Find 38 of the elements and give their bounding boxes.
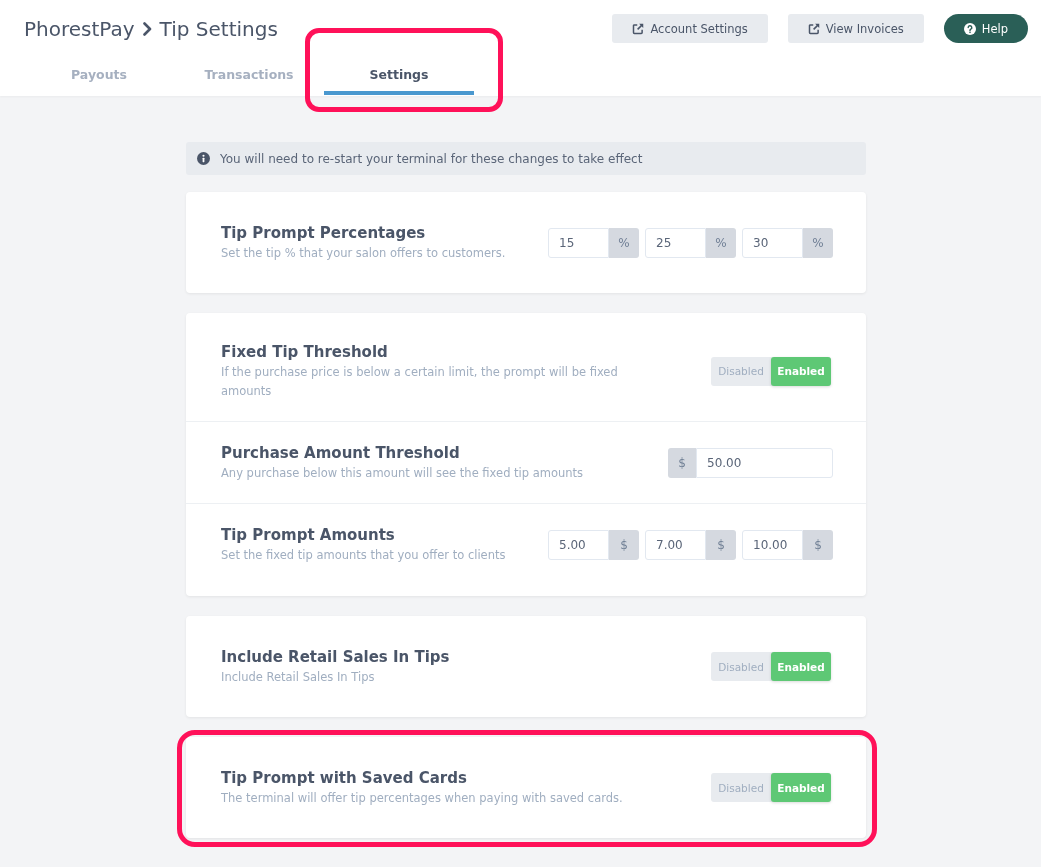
- setting-description: The terminal will offer tip percentages when paying with saved cards.: [221, 790, 623, 807]
- external-link-button[interactable]: Account Settings: [612, 14, 768, 43]
- chevron-right-icon: [142, 21, 152, 36]
- amount-input[interactable]: 50.00: [696, 447, 833, 478]
- external-link-icon: [807, 22, 820, 35]
- setting-description: Any purchase below this amount will see the fixed tip amounts: [221, 465, 584, 482]
- setting-title: Include Retail Sales In Tips: [221, 647, 450, 668]
- unit-label: $: [706, 529, 736, 560]
- info-icon: [197, 152, 210, 165]
- help-button[interactable]: Help: [943, 14, 1028, 43]
- setting-title: Tip Prompt with Saved Cards: [221, 768, 468, 789]
- notice-text: You will need to re-start your terminal for these changes to take effect: [220, 151, 643, 166]
- unit-label: $: [609, 529, 639, 560]
- setting-description: Include Retail Sales In Tips: [221, 669, 376, 686]
- setting-description: Set the fixed tip amounts that you offer to clients: [221, 547, 506, 564]
- setting-title: Tip Prompt Amounts: [221, 525, 396, 546]
- unit-label: $: [668, 447, 696, 478]
- unit-label: %: [803, 227, 833, 258]
- setting-title: Fixed Tip Threshold: [221, 342, 389, 363]
- help-icon: [963, 22, 976, 35]
- unit-label: %: [609, 227, 639, 258]
- amount-input[interactable]: 15: [548, 227, 609, 258]
- setting-title: Tip Prompt Percentages: [221, 223, 427, 244]
- amount-input[interactable]: 25: [645, 227, 706, 258]
- breadcrumb-link[interactable]: PhorestPay: [24, 16, 135, 41]
- unit-label: $: [803, 529, 833, 560]
- amount-input[interactable]: 10.00: [742, 529, 803, 560]
- external-link-button[interactable]: View Invoices: [787, 14, 924, 43]
- unit-label: %: [706, 227, 736, 258]
- setting-title: Purchase Amount Threshold: [221, 443, 461, 464]
- amount-input[interactable]: 7.00: [645, 529, 706, 560]
- setting-description: Set the tip % that your salon offers to customers.: [221, 245, 506, 262]
- page-title: Tip Settings: [159, 16, 278, 41]
- setting-description: If the purchase price is below a certain limit, the prompt will be fixed amounts: [221, 364, 619, 400]
- external-link-icon: [632, 22, 645, 35]
- amount-input[interactable]: 5.00: [548, 529, 609, 560]
- tab[interactable]: Settings: [324, 43, 474, 95]
- amount-input[interactable]: 30: [742, 227, 803, 258]
